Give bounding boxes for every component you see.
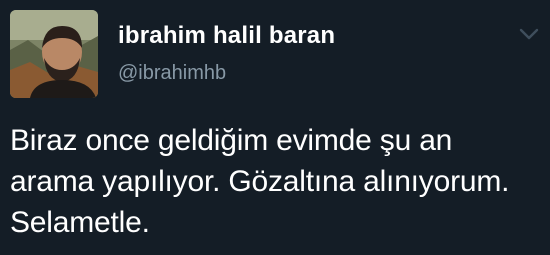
tweet-text: Biraz once geldiğim evimde şu an arama y… [10,124,510,239]
tweet-card: ibrahim halil baran @ibrahimhb Biraz onc… [0,0,550,255]
chevron-down-icon[interactable] [518,26,540,42]
author-display-name[interactable]: ibrahim halil baran [118,22,335,50]
author-handle[interactable]: @ibrahimhb [118,62,226,85]
avatar[interactable] [10,10,98,98]
profile-photo-icon [10,10,98,98]
